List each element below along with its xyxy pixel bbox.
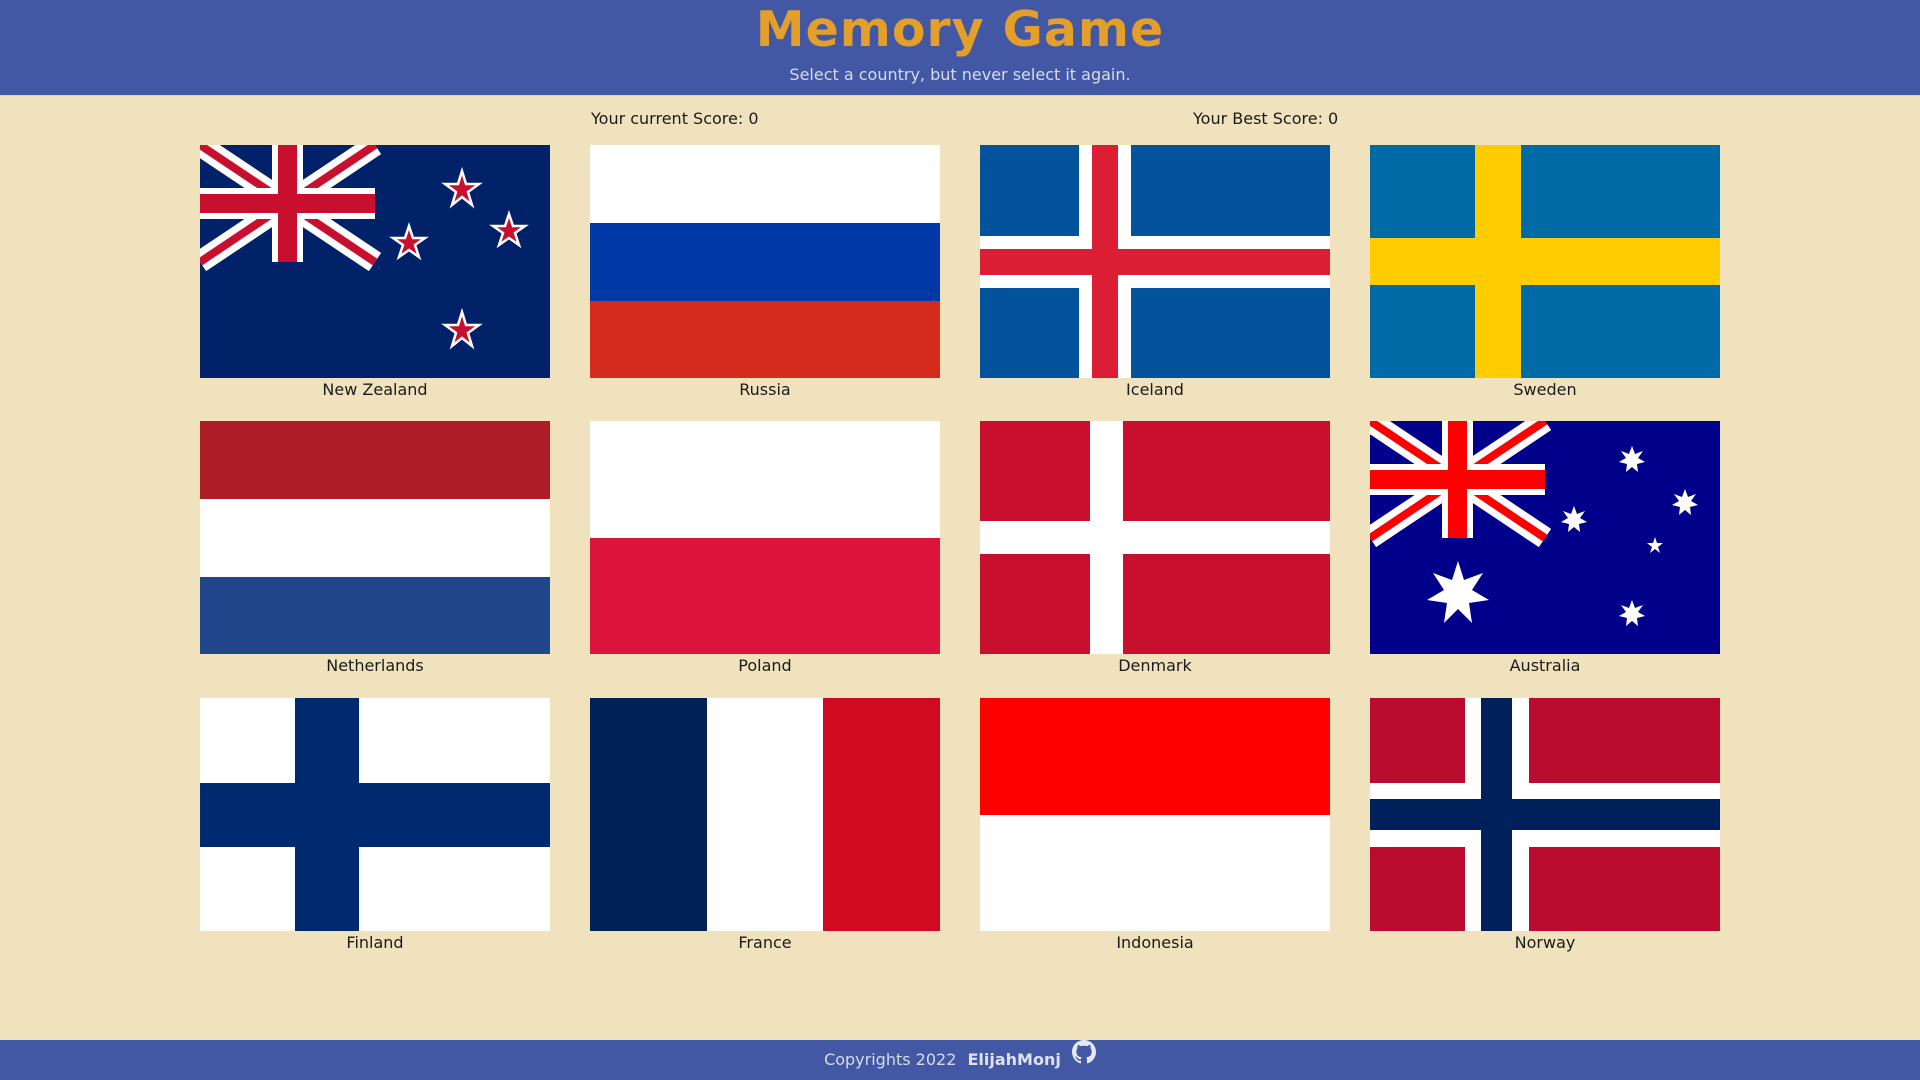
country-name: Australia: [1509, 656, 1581, 675]
country-name: Russia: [739, 380, 791, 399]
card-sweden[interactable]: Sweden: [1370, 145, 1720, 410]
card-russia[interactable]: Russia: [590, 145, 940, 410]
poland-flag-icon: [590, 421, 940, 654]
card-netherlands[interactable]: Netherlands: [200, 421, 550, 686]
russia-flag-icon: [590, 145, 940, 378]
indonesia-flag-icon: [980, 698, 1330, 931]
country-name: Iceland: [1126, 380, 1184, 399]
new-zealand-flag-icon: [200, 145, 550, 378]
card-new-zealand[interactable]: New Zealand: [200, 145, 550, 410]
australia-flag-icon: [1370, 421, 1720, 654]
country-name: France: [738, 933, 792, 952]
author-link[interactable]: ElijahMonj: [967, 1050, 1060, 1069]
iceland-flag-icon: [980, 145, 1330, 378]
country-name: Indonesia: [1116, 933, 1194, 952]
country-name: Poland: [738, 656, 792, 675]
norway-flag-icon: [1370, 698, 1720, 931]
country-name: Netherlands: [326, 656, 424, 675]
card-indonesia[interactable]: Indonesia: [980, 698, 1330, 963]
country-name: Sweden: [1513, 380, 1577, 399]
card-australia[interactable]: Australia: [1370, 421, 1720, 686]
card-iceland[interactable]: Iceland: [980, 145, 1330, 410]
github-icon[interactable]: [1071, 1039, 1096, 1079]
card-denmark[interactable]: Denmark: [980, 421, 1330, 686]
card-finland[interactable]: Finland: [200, 698, 550, 963]
country-name: New Zealand: [322, 380, 428, 399]
sweden-flag-icon: [1370, 145, 1720, 378]
flag-card-grid: New Zealand Russia Iceland Sweden Nether…: [0, 0, 1920, 1080]
denmark-flag-icon: [980, 421, 1330, 654]
copyright-text: Copyrights 2022: [824, 1050, 957, 1069]
card-france[interactable]: France: [590, 698, 940, 963]
country-name: Norway: [1514, 933, 1576, 952]
app-footer: Copyrights 2022 ElijahMonj: [0, 1039, 1920, 1080]
france-flag-icon: [590, 698, 940, 931]
card-norway[interactable]: Norway: [1370, 698, 1720, 963]
country-name: Denmark: [1118, 656, 1192, 675]
finland-flag-icon: [200, 698, 550, 931]
card-poland[interactable]: Poland: [590, 421, 940, 686]
country-name: Finland: [346, 933, 404, 952]
netherlands-flag-icon: [200, 421, 550, 654]
